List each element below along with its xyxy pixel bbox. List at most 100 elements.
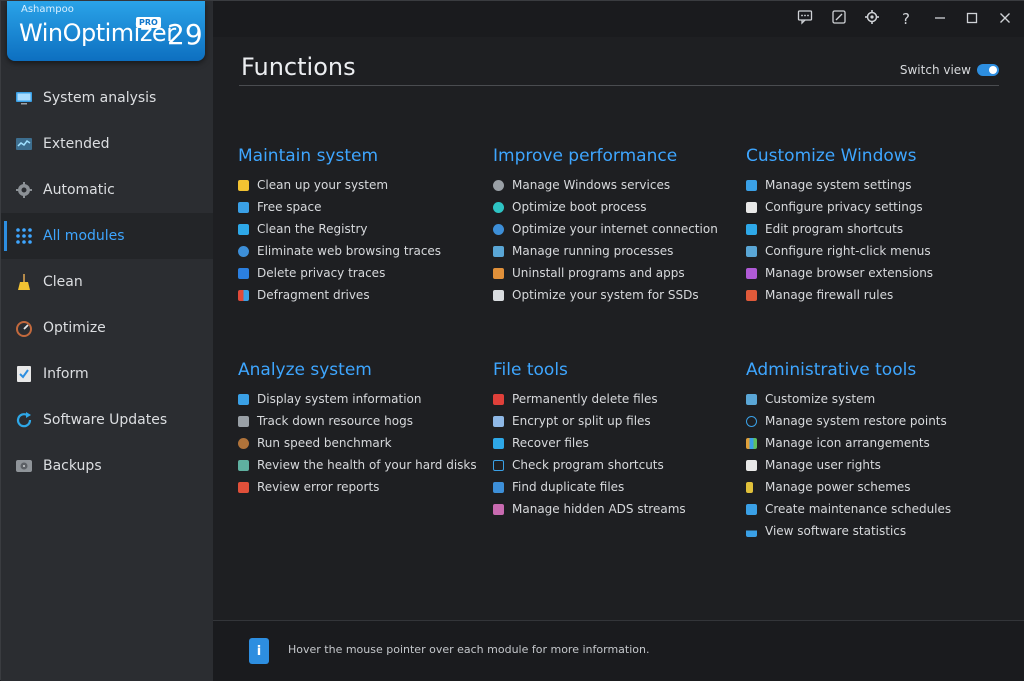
group-administrative-tools: Administrative tools Customize system Ma… xyxy=(746,360,951,542)
sidebar-item-extended[interactable]: Extended xyxy=(1,121,213,167)
module-uninstall-programs[interactable]: Uninstall programs and apps xyxy=(493,262,718,284)
group-file-tools: File tools Permanently delete files Encr… xyxy=(493,360,686,520)
module-windows-services[interactable]: Manage Windows services xyxy=(493,174,718,196)
sidebar-item-automatic[interactable]: Automatic xyxy=(1,167,213,213)
skin-button[interactable] xyxy=(827,7,851,31)
info-icon: i xyxy=(249,638,269,664)
module-encrypt-files[interactable]: Encrypt or split up files xyxy=(493,410,686,432)
module-clean-registry[interactable]: Clean the Registry xyxy=(238,218,441,240)
module-defragment[interactable]: Defragment drives xyxy=(238,284,441,306)
group-title: Improve performance xyxy=(493,146,678,166)
module-context-menus[interactable]: Configure right-click menus xyxy=(746,240,933,262)
switch-view-toggle[interactable] xyxy=(977,64,999,76)
recover-icon xyxy=(493,437,504,449)
lock-file-icon xyxy=(493,415,504,427)
module-label: Encrypt or split up files xyxy=(512,414,651,428)
speedometer-icon xyxy=(15,319,33,337)
module-label: Review error reports xyxy=(257,480,380,494)
sidebar-item-software-updates[interactable]: Software Updates xyxy=(1,397,213,443)
module-label: Eliminate web browsing traces xyxy=(257,244,442,258)
group-title: Customize Windows xyxy=(746,146,917,166)
module-restore-points[interactable]: Manage system restore points xyxy=(746,410,951,432)
module-privacy-settings[interactable]: Configure privacy settings xyxy=(746,196,933,218)
sidebar-item-inform[interactable]: Inform xyxy=(1,351,213,397)
module-browsing-traces[interactable]: Eliminate web browsing traces xyxy=(238,240,441,262)
module-customize-system[interactable]: Customize system xyxy=(746,388,951,410)
title-bar: ? xyxy=(213,1,1024,37)
module-software-statistics[interactable]: View software statistics xyxy=(746,520,951,542)
sidebar-item-label: Clean xyxy=(43,274,83,290)
module-label: View software statistics xyxy=(765,524,907,538)
module-ssd-optimize[interactable]: Optimize your system for SSDs xyxy=(493,284,718,306)
module-firewall-rules[interactable]: Manage firewall rules xyxy=(746,284,933,306)
module-maintenance-schedules[interactable]: Create maintenance schedules xyxy=(746,498,951,520)
module-ads-streams[interactable]: Manage hidden ADS streams xyxy=(493,498,686,520)
feedback-button[interactable] xyxy=(793,7,817,31)
module-user-rights[interactable]: Manage user rights xyxy=(746,454,951,476)
module-browser-extensions[interactable]: Manage browser extensions xyxy=(746,262,933,284)
sidebar-item-label: All modules xyxy=(43,228,125,244)
module-free-space[interactable]: Free space xyxy=(238,196,441,218)
module-label: Recover files xyxy=(512,436,589,450)
module-icon-arrangements[interactable]: Manage icon arrangements xyxy=(746,432,951,454)
module-label: Optimize your internet connection xyxy=(512,222,718,236)
module-privacy-traces[interactable]: Delete privacy traces xyxy=(238,262,441,284)
module-label: Clean up your system xyxy=(257,178,389,192)
module-label: Review the health of your hard disks xyxy=(257,458,477,472)
module-system-settings[interactable]: Manage system settings xyxy=(746,174,933,196)
sidebar-item-backups[interactable]: Backups xyxy=(1,443,213,489)
group-maintain-system: Maintain system Clean up your system Fre… xyxy=(238,146,441,306)
monitor-icon xyxy=(15,89,33,107)
group-title: Analyze system xyxy=(238,360,372,380)
minimize-button[interactable] xyxy=(928,7,952,31)
refresh-icon xyxy=(15,411,33,429)
module-delete-files[interactable]: Permanently delete files xyxy=(493,388,686,410)
maximize-button[interactable] xyxy=(960,7,984,31)
package-icon xyxy=(493,267,504,279)
defrag-icon xyxy=(238,289,249,301)
module-recover-files[interactable]: Recover files xyxy=(493,432,686,454)
pro-badge: PRO xyxy=(136,17,161,28)
sidebar-item-label: Automatic xyxy=(43,182,115,198)
module-clean-up-system[interactable]: Clean up your system xyxy=(238,174,441,196)
bar-chart-icon xyxy=(746,525,757,537)
battery-icon xyxy=(746,481,753,493)
sidebar-item-label: Optimize xyxy=(43,320,106,336)
error-report-icon xyxy=(238,481,249,493)
sidebar-item-clean[interactable]: Clean xyxy=(1,259,213,305)
module-running-processes[interactable]: Manage running processes xyxy=(493,240,718,262)
close-icon xyxy=(999,10,1011,28)
module-label: Run speed benchmark xyxy=(257,436,392,450)
power-icon xyxy=(493,201,504,213)
module-internet-connection[interactable]: Optimize your internet connection xyxy=(493,218,718,240)
module-boot-process[interactable]: Optimize boot process xyxy=(493,196,718,218)
drive-icon xyxy=(238,201,249,213)
footer-info-bar: i Hover the mouse pointer over each modu… xyxy=(213,620,1024,681)
module-label: Configure right-click menus xyxy=(765,244,931,258)
module-label: Permanently delete files xyxy=(512,392,658,406)
module-system-information[interactable]: Display system information xyxy=(238,388,477,410)
module-hard-disk-health[interactable]: Review the health of your hard disks xyxy=(238,454,477,476)
sidebar-nav: System analysis Extended Automatic All m… xyxy=(1,75,213,489)
module-speed-benchmark[interactable]: Run speed benchmark xyxy=(238,432,477,454)
module-label: Free space xyxy=(257,200,322,214)
app-window: Ashampoo WinOptimizer PRO 29 System anal… xyxy=(0,0,1024,681)
page-title: Functions xyxy=(241,53,356,81)
settings-button[interactable] xyxy=(860,7,884,31)
broom-icon xyxy=(15,273,33,291)
main-content: Functions Switch view Maintain system Cl… xyxy=(213,37,1024,620)
shield-icon xyxy=(746,459,757,471)
module-label: Defragment drives xyxy=(257,288,370,302)
sidebar-item-all-modules[interactable]: All modules xyxy=(1,213,213,259)
sidebar-item-system-analysis[interactable]: System analysis xyxy=(1,75,213,121)
module-error-reports[interactable]: Review error reports xyxy=(238,476,477,498)
module-duplicate-files[interactable]: Find duplicate files xyxy=(493,476,686,498)
close-button[interactable] xyxy=(993,7,1017,31)
module-program-shortcuts[interactable]: Edit program shortcuts xyxy=(746,218,933,240)
switch-view[interactable]: Switch view xyxy=(900,63,999,77)
module-resource-hogs[interactable]: Track down resource hogs xyxy=(238,410,477,432)
sidebar-item-optimize[interactable]: Optimize xyxy=(1,305,213,351)
help-button[interactable]: ? xyxy=(894,7,918,31)
module-check-shortcuts[interactable]: Check program shortcuts xyxy=(493,454,686,476)
module-power-schemes[interactable]: Manage power schemes xyxy=(746,476,951,498)
